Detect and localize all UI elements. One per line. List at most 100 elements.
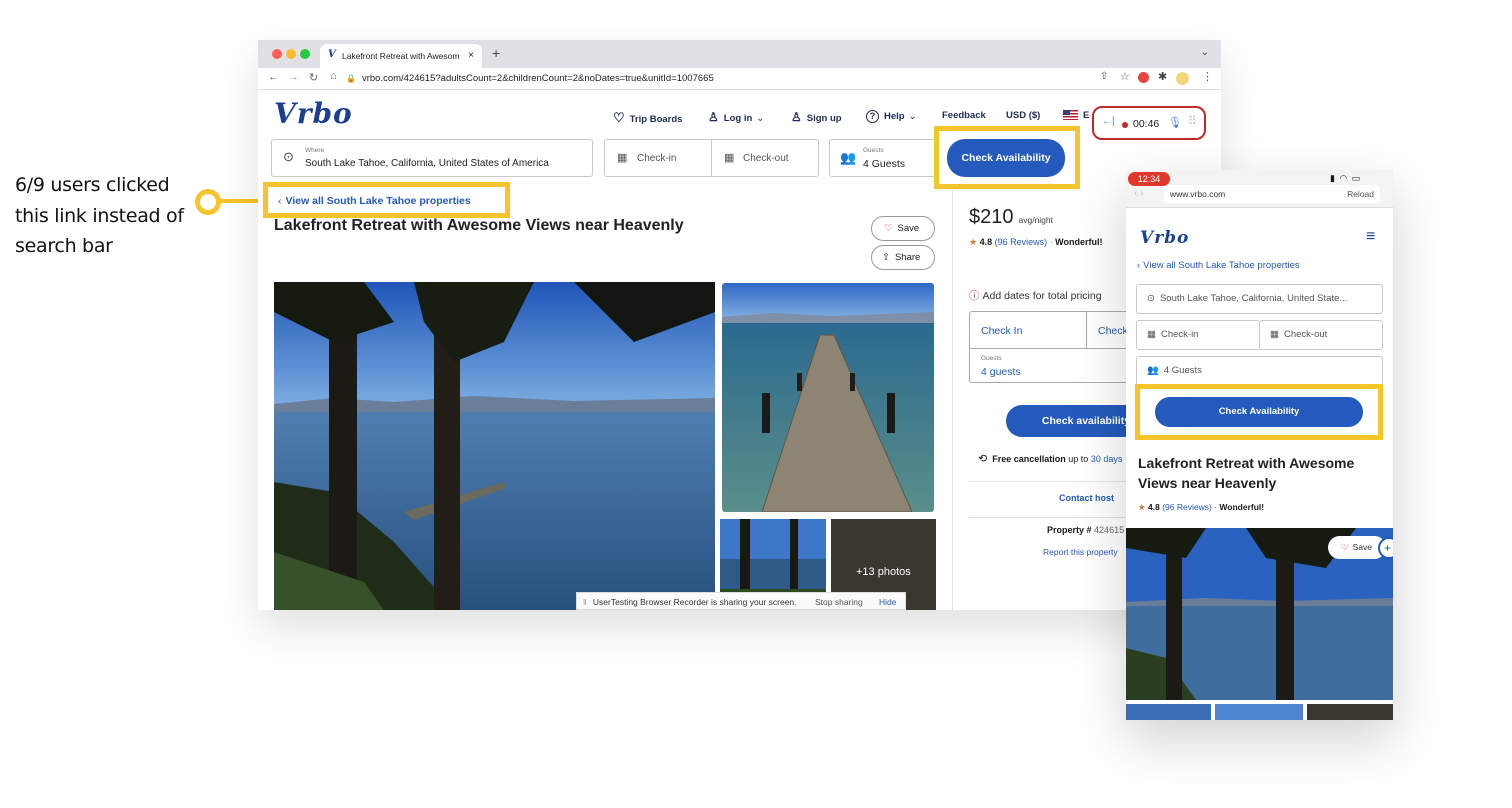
booking-check-in-field[interactable]: Check In <box>970 312 1087 349</box>
mobile-thumbnail-1[interactable] <box>1126 704 1211 720</box>
main-photo-lake[interactable] <box>274 282 715 610</box>
collapse-arrow-icon[interactable]: ←| <box>1102 116 1115 127</box>
where-field[interactable]: ⊙ Where South Lake Tahoe, California, Un… <box>271 139 593 177</box>
property-number-value: 424615 <box>1094 525 1125 535</box>
mobile-thumbnail-3[interactable] <box>1307 704 1393 720</box>
heart-icon: ♡ <box>1341 542 1349 552</box>
stop-sharing-button[interactable]: Stop sharing <box>815 593 863 610</box>
close-window-dot[interactable] <box>272 49 282 59</box>
hamburger-menu-icon[interactable]: ≡ <box>1366 228 1375 246</box>
maximize-window-dot[interactable] <box>300 49 310 59</box>
mobile-check-availability-button[interactable]: Check Availability <box>1155 397 1363 427</box>
reviews-link[interactable]: (96 Reviews) <box>995 237 1048 247</box>
property-number-label: Property # <box>1047 525 1092 535</box>
mobile-rating-word: Wonderful! <box>1219 502 1265 512</box>
signal-wifi-battery-icon: ▮ ◠ ▭ <box>1330 173 1362 183</box>
close-tab-icon[interactable]: × <box>468 50 474 61</box>
new-tab-icon[interactable]: + <box>492 45 500 61</box>
url-text: vrbo.com/424615?adultsCount=2&childrenCo… <box>361 73 714 84</box>
mobile-url-text: www.vrbo.com <box>1170 189 1226 199</box>
property-number: Property # 424615 <box>1047 525 1124 535</box>
back-arrow-icon[interactable]: ‹ › <box>1134 188 1143 199</box>
drag-handle-icon[interactable]: ⠿ <box>1188 114 1197 128</box>
chevron-left-icon: ‹ <box>1137 260 1141 271</box>
view-all-properties-link[interactable]: ‹ View all South Lake Tahoe properties <box>278 195 471 207</box>
home-icon[interactable]: ⌂ <box>330 70 337 82</box>
microphone-icon[interactable]: 🎙 <box>1168 116 1182 129</box>
browser-tab[interactable]: V Lakefront Retreat with Awesom × <box>320 44 482 68</box>
price-unit: avg/night <box>1018 215 1054 225</box>
mobile-thumbnail-2[interactable] <box>1215 704 1303 720</box>
reload-icon[interactable]: ↻ <box>309 71 318 84</box>
view-all-properties-label: View all South Lake Tahoe properties <box>285 195 471 207</box>
reload-button[interactable]: Reload <box>1347 185 1374 203</box>
screen-sharing-bar: ‖ UserTesting Browser Recorder is sharin… <box>576 592 906 610</box>
url-field[interactable]: 🔒 vrbo.com/424615?adultsCount=2&childrenC… <box>346 69 1046 88</box>
chevron-down-icon[interactable]: ⌄ <box>1201 47 1209 58</box>
profile-avatar[interactable] <box>1176 72 1189 85</box>
calendar-icon: ▦ <box>1270 329 1279 340</box>
check-in-field[interactable]: ▦ Check-in <box>605 140 712 176</box>
mobile-where-field[interactable]: ⊙ South Lake Tahoe, California, United St… <box>1136 284 1383 314</box>
us-flag-icon <box>1063 110 1078 120</box>
minimize-window-dot[interactable] <box>286 49 296 59</box>
mobile-reviews-link[interactable]: (96 Reviews) <box>1162 502 1212 512</box>
vrbo-favicon-icon: V <box>328 49 337 60</box>
trip-boards-link[interactable]: ♡ Trip Boards <box>613 110 682 126</box>
help-menu[interactable]: ? Help ⌄ <box>866 110 917 123</box>
extension-icon[interactable] <box>1138 72 1149 83</box>
currency-selector[interactable]: USD ($) <box>1006 110 1040 121</box>
where-value: South Lake Tahoe, California, United Sta… <box>305 158 549 169</box>
save-button[interactable]: ♡ Save <box>871 216 935 241</box>
hide-button[interactable]: Hide <box>879 593 896 610</box>
free-cancellation-note: ⟲ Free cancellation up to 30 days <box>978 452 1122 465</box>
feedback-link[interactable]: Feedback <box>942 110 986 121</box>
recording-dot-icon <box>1122 122 1128 128</box>
calendar-icon: ▦ <box>724 152 735 164</box>
property-title: Lakefront Retreat with Awesome Views nea… <box>274 217 684 234</box>
share-page-icon[interactable]: ⇧ <box>1100 71 1108 82</box>
back-arrow-icon[interactable]: ← <box>268 71 279 83</box>
report-property-link[interactable]: Report this property <box>1043 547 1118 557</box>
wooden-dock-image <box>722 283 934 512</box>
mobile-check-in-field[interactable]: ▦ Check-in <box>1136 320 1260 350</box>
add-user-icon: ♙ <box>791 110 802 124</box>
booking-guests-label: Guests <box>981 355 1002 362</box>
screen-recorder-widget[interactable]: ←| 00:46 🎙 ⠿ <box>1092 106 1206 140</box>
sharing-message: UserTesting Browser Recorder is sharing … <box>592 597 797 607</box>
dock-photo[interactable] <box>722 283 934 512</box>
puzzle-icon[interactable]: ✱ <box>1158 70 1167 83</box>
language-selector[interactable]: E <box>1083 110 1089 121</box>
sign-up-link[interactable]: ♙ Sign up <box>791 110 842 124</box>
free-cancel-rest: up to <box>1068 454 1089 464</box>
desktop-browser-window: V Lakefront Retreat with Awesom × + ⌄ ← … <box>258 40 1221 610</box>
check-out-field[interactable]: ▦ Check-out <box>712 140 818 176</box>
mobile-phone-screen: 12:34 ▮ ◠ ▭ ‹ › www.vrbo.com Reload Vrbo … <box>1126 170 1393 720</box>
mobile-url-field[interactable]: www.vrbo.com Reload <box>1164 185 1380 203</box>
mobile-view-all-label: View all South Lake Tahoe properties <box>1143 260 1300 271</box>
bookmark-star-icon[interactable]: ☆ <box>1120 70 1130 83</box>
guests-field[interactable]: 👥 Guests 4 Guests <box>829 139 939 177</box>
rating-value: 4.8 <box>979 237 993 247</box>
chevron-down-icon: ⌄ <box>756 113 765 124</box>
mobile-check-out-field[interactable]: ▦ Check-out <box>1259 320 1383 350</box>
recorder-add-icon[interactable]: + <box>1378 537 1393 559</box>
price-block: $210 avg/night <box>969 206 1053 229</box>
location-pin-icon: ⊙ <box>283 149 294 164</box>
rating-row: ★ 4.8 (96 Reviews) · Wonderful! <box>969 237 1103 247</box>
mobile-view-all-properties-link[interactable]: ‹ View all South Lake Tahoe properties <box>1137 260 1300 271</box>
annotation-marker <box>195 189 221 215</box>
more-menu-icon[interactable]: ⋮ <box>1202 70 1213 83</box>
booking-guests-value: 4 guests <box>981 366 1021 378</box>
check-availability-button[interactable]: Check Availability <box>947 139 1065 177</box>
mobile-vrbo-logo[interactable]: Vrbo <box>1140 228 1189 248</box>
forward-arrow-icon[interactable]: → <box>288 71 299 83</box>
share-button[interactable]: ⇧ Share <box>871 245 935 270</box>
contact-host-link[interactable]: Contact host <box>1059 493 1114 503</box>
log-in-menu[interactable]: ♙ Log in ⌄ <box>708 110 764 124</box>
mobile-guests-field[interactable]: 👥 4 Guests <box>1136 356 1383 386</box>
booking-check-in-label: Check In <box>981 325 1023 337</box>
vrbo-logo[interactable]: Vrbo <box>274 97 353 130</box>
calendar-icon: ▦ <box>1147 329 1156 340</box>
mobile-save-label: Save <box>1352 542 1372 552</box>
